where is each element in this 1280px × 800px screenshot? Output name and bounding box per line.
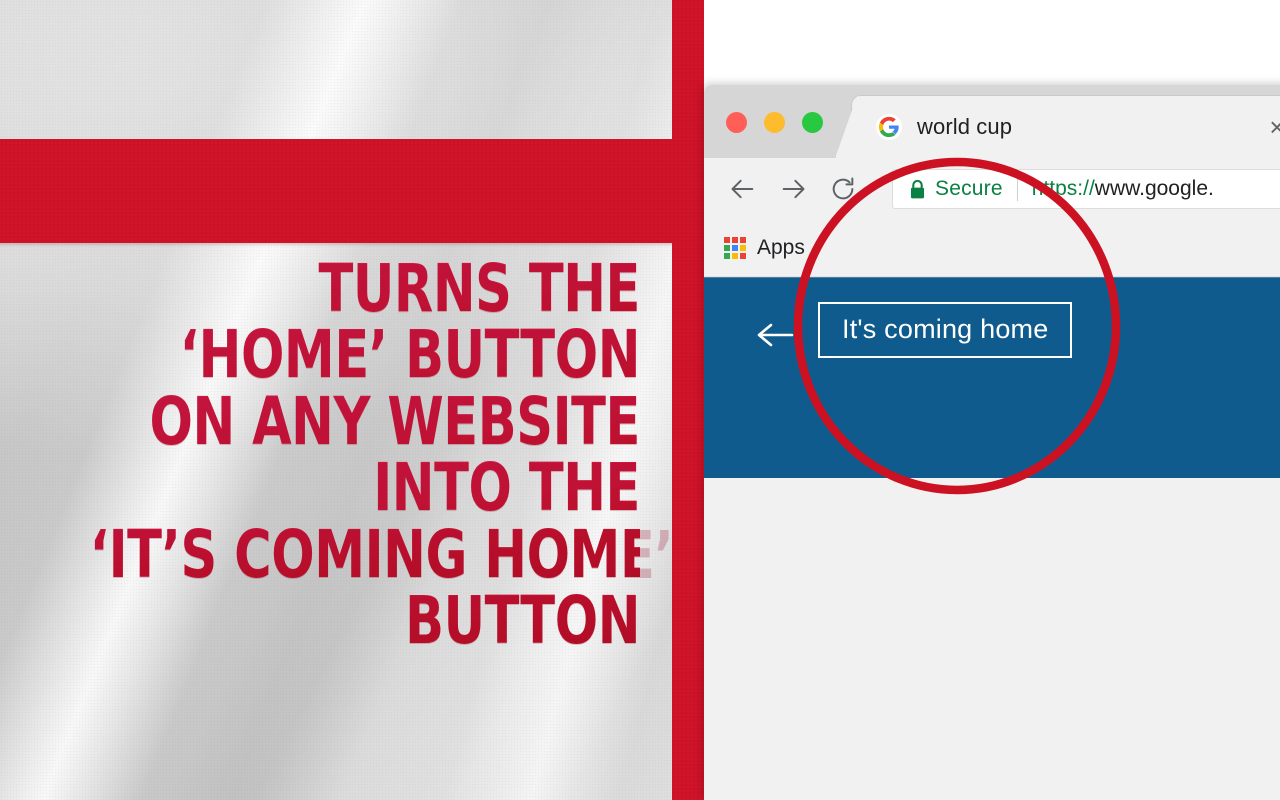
- minimize-window-button[interactable]: [764, 112, 785, 133]
- arrow-right-icon[interactable]: [772, 168, 814, 210]
- security-status-label: Secure: [935, 177, 1003, 200]
- bookmarks-bar: Apps: [704, 220, 1280, 277]
- reload-icon[interactable]: [822, 168, 864, 210]
- address-bar-separator: [1016, 177, 1018, 201]
- headline-line-5: ‘IT’S COMING HOME’: [89, 515, 674, 593]
- tab-content: world cup: [852, 96, 1280, 158]
- url-scheme: https://: [1031, 177, 1095, 200]
- browser-toolbar: Secure https://www.google.: [704, 158, 1280, 220]
- screenshot-stage: TURNS THE ‘HOME’ BUTTON ON ANY WEBSITE I…: [0, 0, 1280, 800]
- close-icon[interactable]: ×: [1264, 114, 1280, 140]
- headline-line-4: INTO THE: [90, 454, 640, 520]
- zoom-window-button[interactable]: [802, 112, 823, 133]
- site-header-bar: It's coming home: [704, 277, 1280, 478]
- poster-headline: TURNS THE ‘HOME’ BUTTON ON ANY WEBSITE I…: [0, 255, 674, 656]
- window-traffic-lights: [726, 112, 823, 133]
- headline-line-2: ‘HOME’ BUTTON: [90, 322, 641, 388]
- flag-horizontal-red-band: [0, 139, 704, 243]
- bookmark-item-apps[interactable]: Apps: [757, 236, 805, 260]
- url-host: www.google.: [1094, 177, 1214, 200]
- close-window-button[interactable]: [726, 112, 747, 133]
- headline-line-3: ON ANY WEBSITE: [90, 388, 640, 454]
- browser-tab-strip: world cup ×: [704, 85, 1280, 158]
- address-bar[interactable]: Secure https://www.google.: [892, 169, 1280, 209]
- browser-window: world cup × Secure https://www.google. A…: [704, 85, 1280, 800]
- headline-line-6: BUTTON: [90, 587, 640, 653]
- arrow-left-icon[interactable]: [722, 168, 764, 210]
- apps-grid-icon[interactable]: [724, 237, 746, 259]
- poster-england-flag: TURNS THE ‘HOME’ BUTTON ON ANY WEBSITE I…: [0, 0, 704, 800]
- flag-vertical-red-band: [672, 0, 704, 800]
- headline-line-1: TURNS THE: [90, 255, 640, 321]
- site-back-arrow-icon[interactable]: [754, 314, 796, 356]
- its-coming-home-button[interactable]: It's coming home: [818, 302, 1073, 359]
- google-icon: [876, 114, 902, 140]
- browser-tab[interactable]: world cup ×: [836, 96, 1280, 158]
- lock-icon: [909, 179, 926, 200]
- address-bar-url: https://www.google.: [1032, 177, 1214, 201]
- tab-title: world cup: [917, 114, 1013, 139]
- flag-band-shadow: [0, 243, 704, 247]
- page-content: It's coming home: [704, 277, 1280, 800]
